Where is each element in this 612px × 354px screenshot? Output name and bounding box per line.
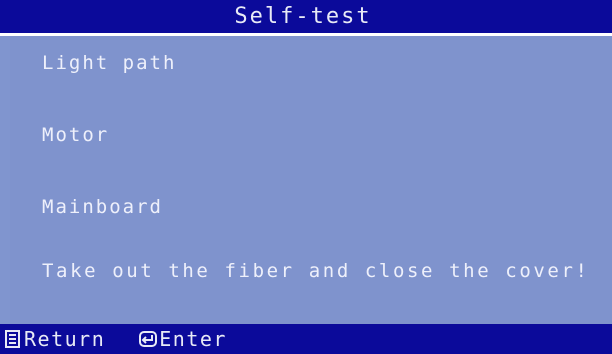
return-button[interactable]: Return — [4, 324, 105, 354]
test-item-light-path[interactable]: Light path — [42, 54, 176, 73]
test-item-motor[interactable]: Motor — [42, 126, 109, 145]
test-item-mainboard[interactable]: Mainboard — [42, 198, 163, 217]
softkey-bar: Return Enter — [0, 324, 612, 354]
enter-icon — [139, 329, 158, 349]
instruction-message: Take out the fiber and close the cover! — [42, 260, 590, 282]
test-list-panel: Light path Motor Mainboard Take out the … — [10, 36, 612, 324]
page-title: Self-test — [234, 3, 372, 29]
enter-button[interactable]: Enter — [139, 324, 227, 354]
self-test-screen: Self-test Light path Motor Mainboard Tak… — [0, 0, 612, 354]
title-bar: Self-test — [0, 0, 612, 36]
enter-label: Enter — [159, 327, 227, 351]
return-icon — [4, 329, 22, 349]
return-label: Return — [24, 327, 106, 351]
